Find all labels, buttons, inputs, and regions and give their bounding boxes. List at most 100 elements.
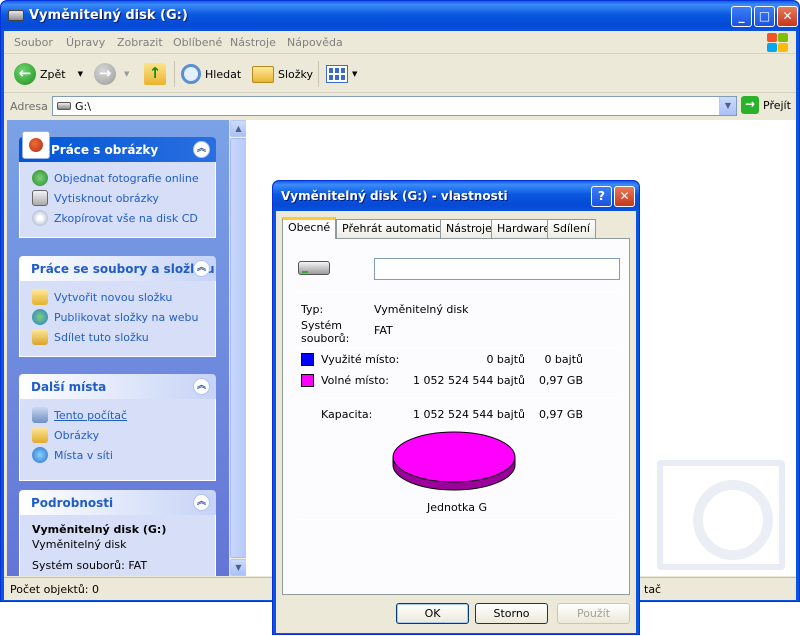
maximize-button[interactable]: □ xyxy=(754,6,775,27)
picture-tasks-header[interactable]: Práce s obrázky ︽ xyxy=(19,131,216,162)
free-space-swatch xyxy=(301,374,314,387)
picture-tasks-title: Práce s obrázky xyxy=(51,143,159,157)
details-drive-type: Vyměnitelný disk xyxy=(32,538,127,551)
menu-tools[interactable]: Nástroje xyxy=(230,36,276,49)
other-places-body: Tento počítač Obrázky Místa v síti xyxy=(19,399,216,481)
share-folder-icon xyxy=(32,329,48,345)
folder-up-icon: ↑ xyxy=(144,63,166,85)
back-label: Zpět xyxy=(40,67,66,81)
free-space-label: Volné místo: xyxy=(321,374,389,387)
tab-tools[interactable]: Nástroje xyxy=(440,219,498,238)
help-button[interactable]: ? xyxy=(591,186,612,207)
pictures-folder-icon xyxy=(32,427,48,443)
removable-drive-icon xyxy=(57,102,71,110)
address-label: Adresa xyxy=(10,100,48,113)
place-my-computer[interactable]: Tento počítač xyxy=(32,405,215,425)
drive-letter-label: Jednotka G xyxy=(427,501,487,514)
window-title: Vyměnitelný disk (G:) xyxy=(29,8,188,23)
scroll-up-button[interactable]: ▲ xyxy=(230,120,247,137)
computer-icon xyxy=(32,407,48,423)
task-pane-scrollbar[interactable]: ▲ ▼ xyxy=(229,120,247,576)
task-label: Vytisknout obrázky xyxy=(54,191,159,205)
type-value: Vyměnitelný disk xyxy=(374,303,469,316)
separator xyxy=(298,519,618,520)
filesystem-label-line1: Systém xyxy=(301,319,343,332)
tab-general[interactable]: Obecné xyxy=(282,217,337,239)
task-print-pictures[interactable]: Vytisknout obrázky xyxy=(32,188,215,208)
go-label: Přejít xyxy=(763,98,791,112)
close-button[interactable]: ✕ xyxy=(777,6,798,27)
toolbar-separator xyxy=(318,61,319,87)
forward-button[interactable]: → ▼ xyxy=(94,61,129,87)
used-space-label: Využité místo: xyxy=(321,353,400,366)
apply-button[interactable]: Použít xyxy=(557,603,630,624)
address-input[interactable]: G:\ ▼ xyxy=(52,96,737,116)
details-drive-name: Vyměnitelný disk (G:) xyxy=(32,523,167,536)
capacity-short: 0,97 GB xyxy=(538,408,583,421)
disk-usage-pie xyxy=(391,429,517,491)
task-label: Zkopírovat vše na disk CD xyxy=(54,211,198,225)
place-network[interactable]: Místa v síti xyxy=(32,445,215,465)
menu-bar: Soubor Úpravy Zobrazit Oblíbené Nástroje… xyxy=(4,31,796,54)
views-button[interactable]: ▼ xyxy=(326,61,357,87)
type-label: Typ: xyxy=(301,303,324,316)
removable-drive-icon xyxy=(8,10,24,21)
details-header[interactable]: Podrobnosti ︽ xyxy=(19,490,216,515)
task-copy-to-cd[interactable]: Zkopírovat vše na disk CD xyxy=(32,208,215,228)
folders-button[interactable]: Složky xyxy=(252,61,313,87)
address-bar: Adresa G:\ ▼ → Přejít xyxy=(4,94,796,119)
collapse-chevron-icon[interactable]: ︽ xyxy=(193,260,210,277)
disk-usage-pie-svg xyxy=(392,431,516,491)
menu-view[interactable]: Zobrazit xyxy=(117,36,163,49)
scroll-down-button[interactable]: ▼ xyxy=(230,559,247,576)
task-order-photos[interactable]: Objednat fotografie online xyxy=(32,168,215,188)
volume-label-input[interactable] xyxy=(374,258,620,280)
back-dropdown-icon[interactable]: ▼ xyxy=(78,70,83,78)
task-pane: Práce s obrázky ︽ Objednat fotografie on… xyxy=(7,120,229,576)
drive-watermark-icon xyxy=(657,460,785,570)
ok-button[interactable]: OK xyxy=(396,603,469,624)
task-new-folder[interactable]: Vytvořit novou složku xyxy=(32,287,215,307)
used-space-swatch xyxy=(301,353,314,366)
dialog-close-button[interactable]: ✕ xyxy=(614,186,635,207)
dialog-titlebar[interactable]: Vyměnitelný disk (G:) - vlastnosti ? ✕ xyxy=(273,181,639,211)
collapse-chevron-icon[interactable]: ︽ xyxy=(193,494,210,511)
menu-favorites[interactable]: Oblíbené xyxy=(173,36,222,49)
go-button[interactable]: → Přejít xyxy=(741,96,791,114)
collapse-chevron-icon[interactable]: ︽ xyxy=(193,378,210,395)
file-tasks-body: Vytvořit novou složku Publikovat složky … xyxy=(19,281,216,357)
menu-edit[interactable]: Úpravy xyxy=(66,36,105,49)
minimize-button[interactable]: _ xyxy=(731,6,752,27)
details-body: Vyměnitelný disk (G:) Vyměnitelný disk S… xyxy=(19,515,216,576)
menu-file[interactable]: Soubor xyxy=(14,36,53,49)
toolbar-separator xyxy=(174,61,175,87)
details-group: Podrobnosti ︽ Vyměnitelný disk (G:) Vymě… xyxy=(19,490,216,576)
address-dropdown-button[interactable]: ▼ xyxy=(719,97,736,115)
place-pictures[interactable]: Obrázky xyxy=(32,425,215,445)
web-publish-icon xyxy=(32,309,48,325)
place-label: Místa v síti xyxy=(54,448,113,462)
explorer-titlebar[interactable]: Vyměnitelný disk (G:) _ □ ✕ xyxy=(1,1,799,31)
file-tasks-header[interactable]: Práce se soubory a složkou ︽ xyxy=(19,256,216,281)
filesystem-value: FAT xyxy=(374,324,393,337)
collapse-chevron-icon[interactable]: ︽ xyxy=(193,141,210,158)
menu-help[interactable]: Nápověda xyxy=(287,36,343,49)
object-count: Počet objektů: 0 xyxy=(10,583,99,596)
back-arrow-icon: ← xyxy=(14,63,36,85)
other-places-header[interactable]: Další místa ︽ xyxy=(19,374,216,399)
task-publish-web[interactable]: Publikovat složky na webu xyxy=(32,307,215,327)
up-button[interactable]: ↑ xyxy=(144,61,166,87)
forward-dropdown-icon[interactable]: ▼ xyxy=(124,70,129,78)
search-button[interactable]: Hledat xyxy=(181,61,241,87)
place-label: Obrázky xyxy=(54,428,100,442)
scroll-thumb[interactable] xyxy=(230,138,247,558)
back-button[interactable]: ← Zpět ▼ xyxy=(14,61,83,87)
folders-icon xyxy=(252,65,274,83)
task-share-folder[interactable]: Sdílet tuto složku xyxy=(32,327,215,347)
go-arrow-icon: → xyxy=(741,96,759,114)
cancel-button[interactable]: Storno xyxy=(475,603,548,624)
tab-sharing[interactable]: Sdílení xyxy=(547,219,596,238)
task-label: Vytvořit novou složku xyxy=(54,290,173,304)
details-title: Podrobnosti xyxy=(31,496,114,510)
separator xyxy=(298,347,618,348)
